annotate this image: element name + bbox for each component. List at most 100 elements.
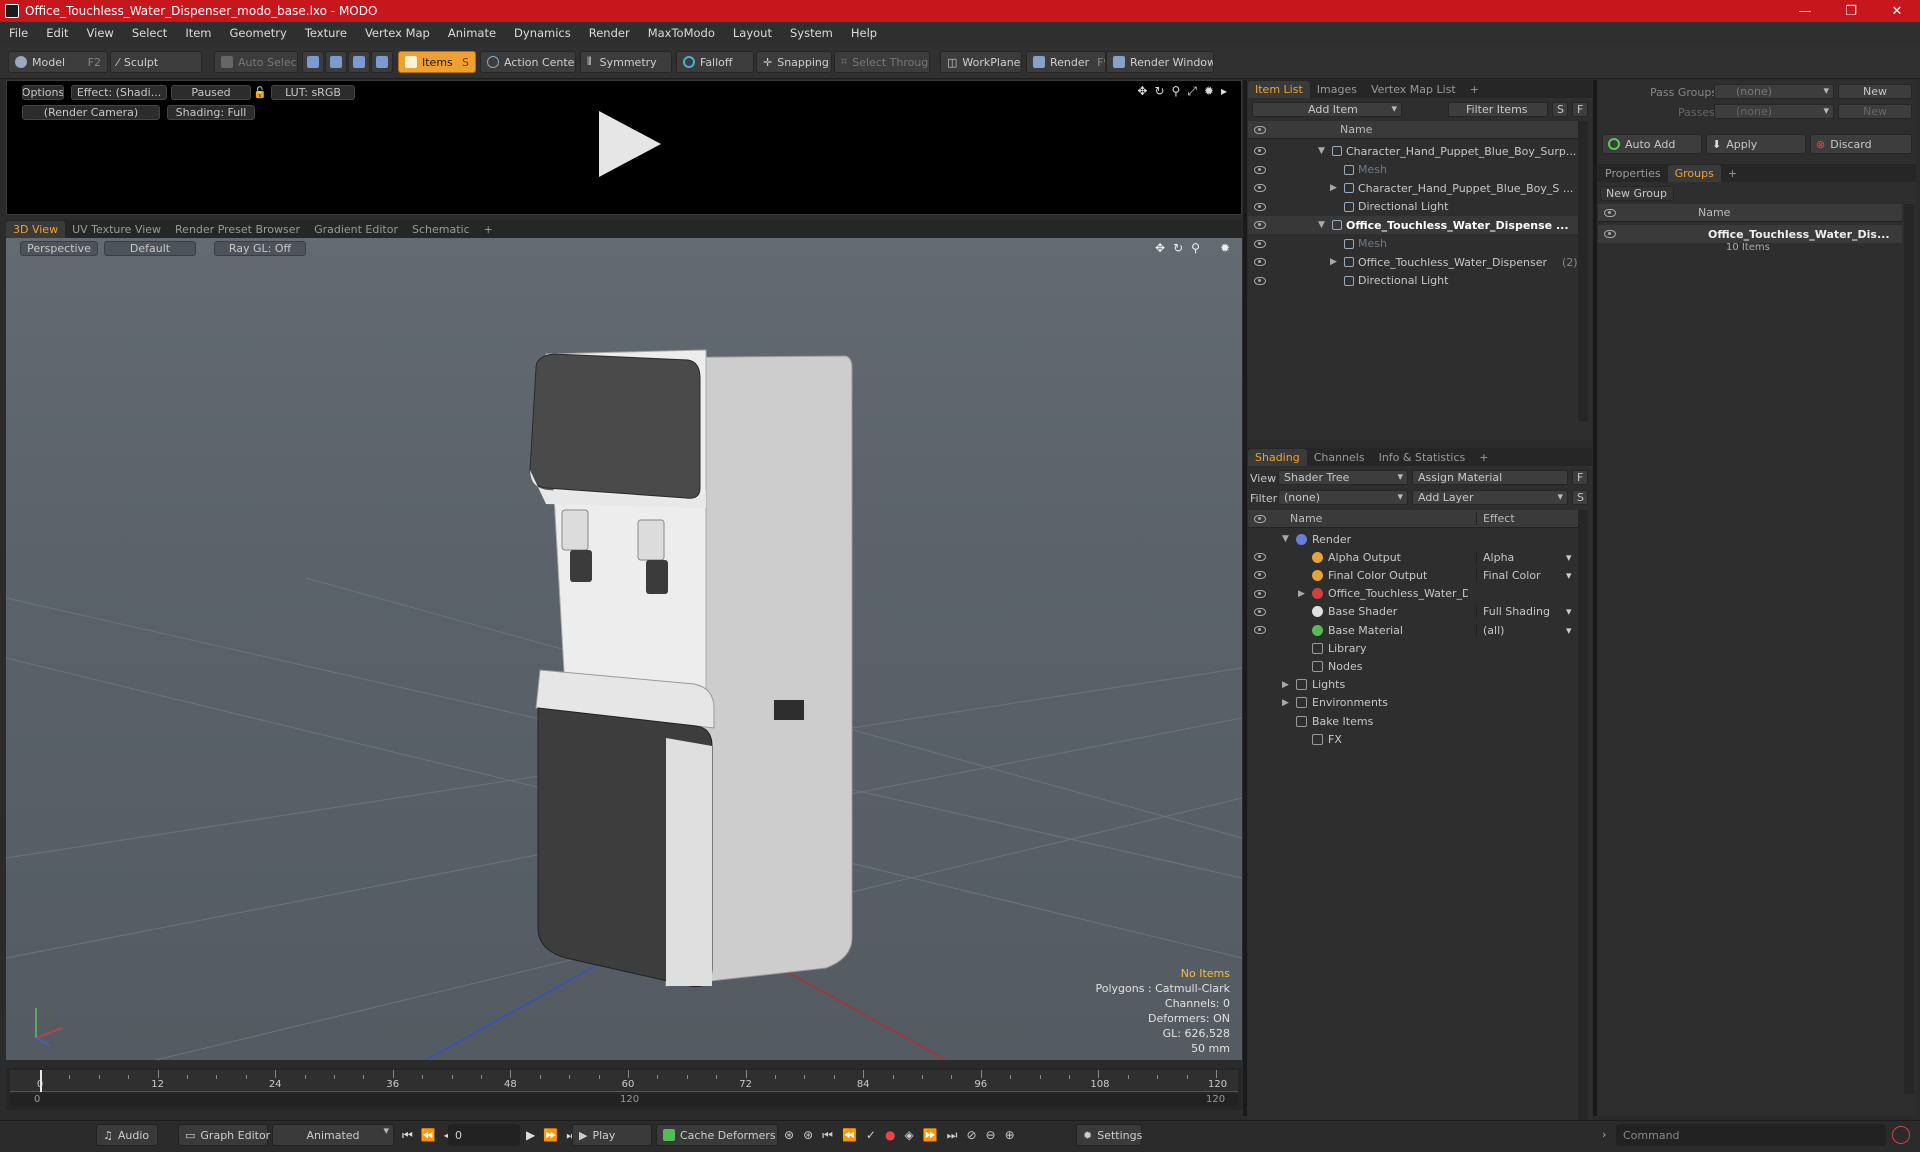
- visibility-icon[interactable]: [1254, 147, 1266, 155]
- menu-item-layout[interactable]: Layout: [724, 26, 781, 40]
- menu-item-file[interactable]: File: [0, 26, 37, 40]
- animated-dropdown[interactable]: Animated: [272, 1124, 394, 1146]
- cache-deformers-button[interactable]: Cache Deformers: [656, 1124, 778, 1146]
- close-icon[interactable]: ✕: [1874, 0, 1920, 22]
- expand-icon[interactable]: ▼: [1282, 534, 1289, 544]
- visibility-icon[interactable]: [1254, 165, 1266, 174]
- timeline[interactable]: 0 12 24 36 48 60 72 84 96 108 120 0 120 120: [6, 1068, 1242, 1110]
- apply-button[interactable]: ⬇ Apply: [1706, 134, 1806, 154]
- visibility-icon[interactable]: [1254, 626, 1266, 634]
- shading-f-button[interactable]: F: [1572, 470, 1588, 485]
- panel-divider[interactable]: [1243, 80, 1247, 1116]
- layer-effect[interactable]: Alpha: [1476, 550, 1576, 564]
- polygons-mode-button[interactable]: [348, 51, 370, 73]
- item-row[interactable]: ▶ Character_Hand_Puppet_Blue_Boy_S ...: [1248, 179, 1578, 197]
- render-window-button[interactable]: Render Window: [1106, 51, 1214, 73]
- select-through-button[interactable]: ⌗ Select Through: [834, 51, 930, 73]
- tab-uv-texture-view[interactable]: UV Texture View: [65, 221, 168, 238]
- next-frame-icon[interactable]: ▶: [526, 1128, 535, 1143]
- new-pass-button[interactable]: New: [1838, 104, 1912, 119]
- expand-icon[interactable]: ▶: [1282, 680, 1289, 690]
- tab-vertex-map-list[interactable]: Vertex Map List: [1364, 81, 1463, 98]
- key-icon[interactable]: ⏩: [923, 1128, 938, 1143]
- menu-item-render[interactable]: Render: [580, 26, 639, 40]
- tab-schematic[interactable]: Schematic: [405, 221, 477, 238]
- item-row[interactable]: ▼ Office_Touchless_Water_Dispense ...: [1248, 216, 1578, 234]
- pan-icon[interactable]: ✥: [1137, 84, 1147, 99]
- menu-item-vertex-map[interactable]: Vertex Map: [356, 26, 439, 40]
- shader-row[interactable]: Alpha Output Alpha ▾: [1248, 548, 1578, 566]
- tab--[interactable]: +: [477, 221, 500, 238]
- items-mode-button[interactable]: Items S: [398, 51, 476, 73]
- tab-properties[interactable]: Properties: [1598, 165, 1668, 182]
- shading-scrollbar[interactable]: [1578, 510, 1588, 1140]
- menu-item-geometry[interactable]: Geometry: [221, 26, 296, 40]
- key-icon[interactable]: ⊘: [966, 1128, 976, 1143]
- item-list-scrollbar[interactable]: [1578, 121, 1588, 421]
- settings-button[interactable]: ✹ Settings: [1076, 1124, 1142, 1146]
- key-icon[interactable]: ⊛: [784, 1128, 794, 1143]
- tab-gradient-editor[interactable]: Gradient Editor: [307, 221, 405, 238]
- edges-mode-button[interactable]: [325, 51, 347, 73]
- auto-select-button[interactable]: Auto Select: [214, 51, 298, 73]
- visibility-icon[interactable]: [1254, 607, 1266, 616]
- assign-material-button[interactable]: Assign Material: [1412, 470, 1568, 485]
- tab-3d-view[interactable]: 3D View: [6, 221, 66, 238]
- menu-item-item[interactable]: Item: [176, 26, 220, 40]
- tab-groups[interactable]: Groups: [1667, 165, 1721, 182]
- visibility-icon[interactable]: [1254, 221, 1266, 229]
- effect-dropdown-icon[interactable]: ▾: [1566, 624, 1572, 637]
- prev-key-icon[interactable]: ⏪: [421, 1128, 436, 1143]
- timeline-ruler[interactable]: 01224364860728496108120: [10, 1070, 1238, 1092]
- snapping-button[interactable]: ✛ Snapping: [756, 51, 832, 73]
- visibility-icon[interactable]: [1254, 202, 1266, 211]
- layer-effect[interactable]: Full Shading: [1476, 605, 1576, 619]
- shading-s-button[interactable]: S: [1572, 490, 1588, 505]
- passes-dropdown[interactable]: (none): [1714, 104, 1834, 119]
- tab-shading[interactable]: Shading: [1248, 449, 1307, 466]
- visibility-icon[interactable]: [1254, 184, 1266, 192]
- tab--[interactable]: +: [1721, 165, 1744, 182]
- shader-row[interactable]: Final Color Output Final Color ▾: [1248, 566, 1578, 584]
- shader-row[interactable]: Base Shader Full Shading ▾: [1248, 603, 1578, 621]
- visibility-icon[interactable]: [1604, 230, 1616, 238]
- arrow-right-icon[interactable]: ▸: [1221, 84, 1227, 99]
- filter-dropdown[interactable]: (none): [1278, 490, 1408, 505]
- key-icon[interactable]: ⏮: [822, 1128, 833, 1143]
- expand-icon[interactable]: ▶: [1298, 589, 1305, 599]
- groups-scrollbar[interactable]: [1904, 204, 1914, 1094]
- 3d-viewport[interactable]: Perspective Default Ray GL: Off ✥↻⚲✹: [6, 238, 1242, 1060]
- model-mode-button[interactable]: Model F2: [8, 51, 108, 73]
- effect-dropdown-icon[interactable]: ▾: [1566, 569, 1572, 582]
- rotate-icon[interactable]: ↻: [1154, 84, 1164, 99]
- item-row[interactable]: Mesh: [1248, 161, 1578, 179]
- action-center-button[interactable]: Action Center: [480, 51, 576, 73]
- shader-row[interactable]: ▼ Render: [1248, 530, 1578, 548]
- visibility-icon[interactable]: [1254, 258, 1266, 266]
- menu-item-select[interactable]: Select: [123, 26, 176, 40]
- tab-channels[interactable]: Channels: [1307, 449, 1372, 466]
- menu-item-texture[interactable]: Texture: [296, 26, 356, 40]
- key-icon[interactable]: ⊖: [986, 1128, 996, 1143]
- group-row[interactable]: Office_Touchless_Water_Dis...: [1598, 225, 1902, 243]
- preview-paused-button[interactable]: Paused: [171, 85, 251, 100]
- tab-item-list[interactable]: Item List: [1248, 81, 1310, 98]
- workplane-button[interactable]: ◫ WorkPlane: [940, 51, 1022, 73]
- layer-effect[interactable]: Final Color: [1476, 568, 1576, 582]
- skip-start-icon[interactable]: ⏮: [402, 1128, 413, 1143]
- shader-tree-dropdown[interactable]: Shader Tree: [1278, 470, 1408, 485]
- expand-icon[interactable]: ▶: [1282, 698, 1289, 708]
- record-icon[interactable]: ●: [885, 1128, 895, 1143]
- item-row[interactable]: Directional Light: [1248, 272, 1578, 290]
- item-row[interactable]: Mesh: [1248, 235, 1578, 253]
- vertices-mode-button[interactable]: [302, 51, 324, 73]
- visibility-icon[interactable]: [1254, 589, 1266, 598]
- tab-images[interactable]: Images: [1310, 81, 1364, 98]
- visibility-icon[interactable]: [1254, 239, 1266, 248]
- auto-add-button[interactable]: Auto Add: [1602, 134, 1702, 154]
- key-icon[interactable]: ⏪: [842, 1128, 857, 1143]
- tab-render-preset-browser[interactable]: Render Preset Browser: [168, 221, 307, 238]
- materials-mode-button[interactable]: [371, 51, 393, 73]
- lock-icon[interactable]: 🔓: [253, 85, 267, 100]
- expand-icon[interactable]: ▶: [1330, 183, 1337, 193]
